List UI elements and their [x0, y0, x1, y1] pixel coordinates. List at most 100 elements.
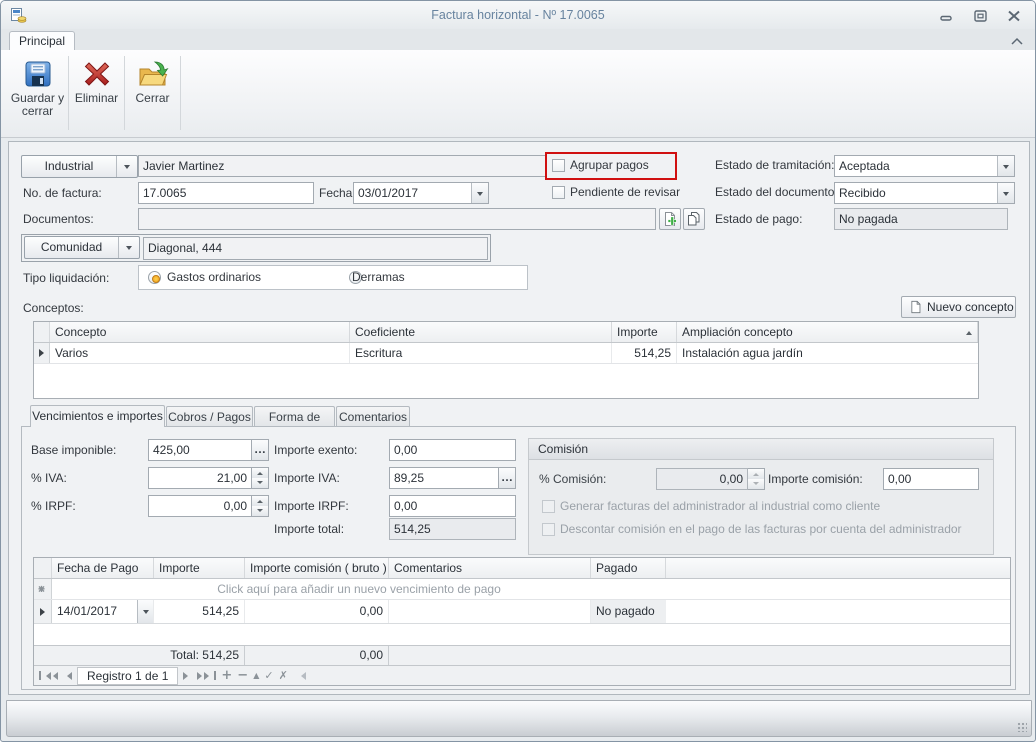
- chevron-down-icon[interactable]: [997, 183, 1014, 203]
- payment-comentarios-cell[interactable]: [389, 600, 591, 623]
- cell-ampliacion[interactable]: Instalación agua jardín: [677, 343, 978, 363]
- collapse-ribbon-icon[interactable]: [1009, 36, 1025, 48]
- payment-importe-cell[interactable]: 514,25: [154, 600, 245, 623]
- tab-vencimientos[interactable]: Vencimientos e importes: [30, 405, 165, 427]
- spinner-buttons-disabled: [748, 468, 765, 490]
- base-imponible-editor[interactable]: 425,00 …: [148, 439, 269, 461]
- current-row-indicator: [34, 600, 52, 623]
- nav-delete-button[interactable]: −: [237, 670, 248, 682]
- estado-documento-select[interactable]: Recibido: [834, 182, 1015, 204]
- gastos-ordinarios-label: Gastos ordinarios: [167, 266, 261, 288]
- community-name-field[interactable]: Diagonal, 444: [143, 237, 488, 260]
- copy-document-button[interactable]: [683, 208, 705, 230]
- row-indicator-header: [34, 558, 52, 578]
- nav-cancel-button[interactable]: ✗: [279, 670, 288, 682]
- irpf-pct-field[interactable]: 0,00: [148, 495, 252, 517]
- invoice-window: Factura horizontal - Nº 17.0065 Principa…: [0, 0, 1036, 742]
- col-pagado[interactable]: Pagado: [591, 558, 666, 578]
- date-picker[interactable]: 03/01/2017: [353, 182, 489, 204]
- new-payment-row[interactable]: Click aquí para añadir un nuevo vencimie…: [34, 579, 1010, 600]
- add-document-button[interactable]: [659, 208, 681, 230]
- new-row-hint[interactable]: Click aquí para añadir un nuevo vencimie…: [52, 579, 666, 599]
- iva-pct-editor[interactable]: 21,00: [148, 467, 269, 489]
- agrupar-pagos-checkbox[interactable]: [552, 159, 565, 172]
- pendiente-revisar-checkbox[interactable]: [552, 186, 565, 199]
- payment-date-cell[interactable]: 14/01/2017: [52, 600, 154, 623]
- nav-last-button[interactable]: [197, 671, 216, 680]
- nav-scroll-left[interactable]: [297, 672, 306, 680]
- invoice-no-field[interactable]: 17.0065: [138, 182, 314, 204]
- col-ampliacion[interactable]: Ampliación concepto: [677, 322, 978, 342]
- chevron-down-icon[interactable]: [471, 183, 488, 203]
- spinner-buttons[interactable]: [252, 495, 269, 517]
- col-comentarios[interactable]: Comentarios: [389, 558, 591, 578]
- cell-concepto[interactable]: Varios: [50, 343, 350, 363]
- ribbon-tab-principal[interactable]: Principal: [9, 31, 75, 51]
- title-bar: Factura horizontal - Nº 17.0065: [1, 1, 1035, 29]
- col-coeficiente[interactable]: Coeficiente: [350, 322, 612, 342]
- close-button[interactable]: [1006, 10, 1022, 22]
- ellipsis-button[interactable]: …: [252, 439, 269, 461]
- payment-comision-cell[interactable]: 0,00: [245, 600, 389, 623]
- importe-iva-field[interactable]: 89,25: [389, 467, 499, 489]
- pendiente-revisar-label: Pendiente de revisar: [570, 181, 680, 203]
- nav-next-button[interactable]: [183, 672, 192, 680]
- generar-facturas-checkbox: [542, 500, 555, 513]
- col-fecha-pago[interactable]: Fecha de Pago: [52, 558, 154, 578]
- cell-coeficiente[interactable]: Escritura: [350, 343, 612, 363]
- nav-endedit-button[interactable]: ✓: [264, 670, 273, 682]
- importe-iva-editor[interactable]: 89,25 …: [389, 467, 516, 489]
- delete-x-icon: [81, 58, 113, 90]
- tab-cobros-pagos[interactable]: Cobros / Pagos: [166, 406, 253, 427]
- base-imponible-field[interactable]: 425,00: [148, 439, 252, 461]
- chevron-down-icon[interactable]: [118, 237, 139, 258]
- row-indicator-header: [34, 322, 50, 342]
- documents-field[interactable]: [138, 208, 656, 230]
- estado-tramitacion-select[interactable]: Aceptada: [834, 155, 1015, 177]
- total-comision: 0,00: [245, 646, 389, 665]
- payment-row[interactable]: 14/01/2017 514,25 0,00 No pagado: [34, 600, 1010, 624]
- ribbon-separator: [124, 56, 125, 130]
- col-importe[interactable]: Importe: [154, 558, 245, 578]
- record-position: Registro 1 de 1: [77, 667, 178, 685]
- payment-pagado-cell[interactable]: No pagado: [591, 600, 666, 623]
- nav-edit-button[interactable]: ▲: [253, 670, 259, 682]
- derramas-label: Derramas: [352, 266, 405, 288]
- comision-importe-field[interactable]: 0,00: [883, 468, 979, 490]
- community-type-dropdown[interactable]: Comunidad: [24, 236, 140, 259]
- minimize-button[interactable]: [939, 10, 955, 22]
- restore-button[interactable]: [973, 10, 989, 22]
- new-concept-button[interactable]: Nuevo concepto: [901, 296, 1016, 318]
- chevron-down-icon[interactable]: [116, 156, 137, 177]
- importe-iva-label: Importe IVA:: [274, 467, 340, 489]
- close-form-button[interactable]: Cerrar: [126, 54, 179, 133]
- nav-append-button[interactable]: +: [221, 670, 232, 682]
- irpf-pct-editor[interactable]: 0,00: [148, 495, 269, 517]
- conceptos-row[interactable]: Varios Escritura 514,25 Instalación agua…: [34, 343, 978, 364]
- gastos-ordinarios-radio[interactable]: [148, 271, 161, 284]
- provider-name-field[interactable]: Javier Martinez: [138, 155, 546, 177]
- col-concepto[interactable]: Concepto: [50, 322, 350, 342]
- close-folder-icon: [137, 58, 169, 90]
- save-and-close-button[interactable]: Guardar y cerrar: [9, 54, 66, 133]
- pagos-grid: Fecha de Pago Importe Importe comisión (…: [33, 557, 1011, 686]
- chevron-down-icon[interactable]: [137, 600, 153, 623]
- iva-pct-field[interactable]: 21,00: [148, 467, 252, 489]
- importe-irpf-field[interactable]: 0,00: [389, 495, 516, 517]
- close-form-label: Cerrar: [126, 92, 179, 105]
- nav-first-button[interactable]: [39, 671, 58, 680]
- importe-exento-field[interactable]: 0,00: [389, 439, 516, 461]
- ellipsis-button[interactable]: …: [499, 467, 516, 489]
- tab-forma-pago[interactable]: Forma de pago: [254, 406, 335, 427]
- tab-comentarios[interactable]: Comentarios: [336, 406, 410, 427]
- resize-grip[interactable]: [1017, 722, 1027, 732]
- provider-type-dropdown[interactable]: Industrial: [21, 155, 138, 178]
- chevron-down-icon[interactable]: [997, 156, 1014, 176]
- col-importe[interactable]: Importe: [612, 322, 677, 342]
- spinner-buttons[interactable]: [252, 467, 269, 489]
- nav-prev-button[interactable]: [63, 672, 72, 680]
- total-importe: Total: 514,25: [34, 646, 245, 665]
- cell-importe[interactable]: 514,25: [612, 343, 677, 363]
- delete-button[interactable]: Eliminar: [70, 54, 123, 133]
- col-importe-comision[interactable]: Importe comisión ( bruto ): [245, 558, 389, 578]
